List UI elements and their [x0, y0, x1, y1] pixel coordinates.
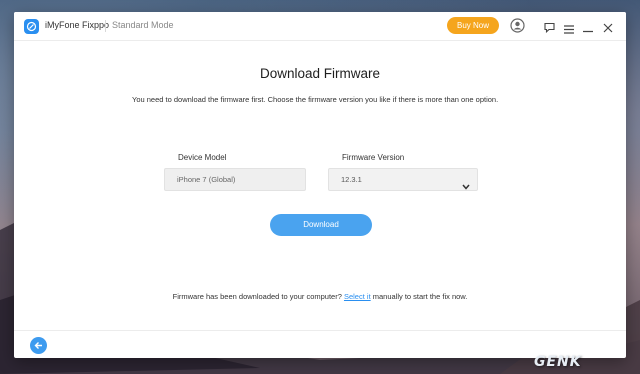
firmware-version-value: 12.3.1 — [341, 175, 362, 184]
user-icon[interactable] — [510, 18, 525, 38]
title-divider — [105, 20, 106, 32]
firmware-version-label: Firmware Version — [342, 153, 405, 162]
chevron-down-icon — [462, 177, 470, 198]
device-model-value: iPhone 7 (Global) — [177, 175, 236, 184]
back-button[interactable] — [30, 337, 47, 354]
minimize-icon[interactable] — [583, 21, 593, 39]
watermark-logo: GENK — [534, 354, 582, 370]
device-model-label: Device Model — [178, 153, 227, 162]
firmware-version-select[interactable]: 12.3.1 — [328, 168, 478, 191]
title-bar: iMyFone Fixppo Standard Mode Buy Now — [14, 12, 626, 41]
buy-now-button[interactable]: Buy Now — [447, 17, 499, 34]
footer-note: Firmware has been downloaded to your com… — [14, 292, 626, 301]
footer-note-suffix: manually to start the fix now. — [370, 292, 468, 301]
page-title: Download Firmware — [259, 66, 381, 81]
instructions-text: You need to download the firmware first.… — [132, 95, 499, 104]
select-it-link[interactable]: Select it — [344, 292, 371, 301]
app-logo-icon — [24, 19, 39, 34]
footer-note-prefix: Firmware has been downloaded to your com… — [172, 292, 344, 301]
feedback-icon[interactable] — [544, 20, 555, 38]
app-window: iMyFone Fixppo Standard Mode Buy Now Dow… — [14, 12, 626, 358]
back-arrow-icon — [34, 342, 42, 349]
bottom-divider — [14, 330, 626, 331]
close-icon[interactable] — [603, 20, 613, 38]
app-name: iMyFone Fixppo — [45, 20, 110, 30]
device-model-field: iPhone 7 (Global) — [164, 168, 306, 191]
menu-icon[interactable] — [564, 21, 574, 39]
mode-label: Standard Mode — [112, 20, 174, 30]
download-button[interactable]: Download — [270, 214, 372, 236]
